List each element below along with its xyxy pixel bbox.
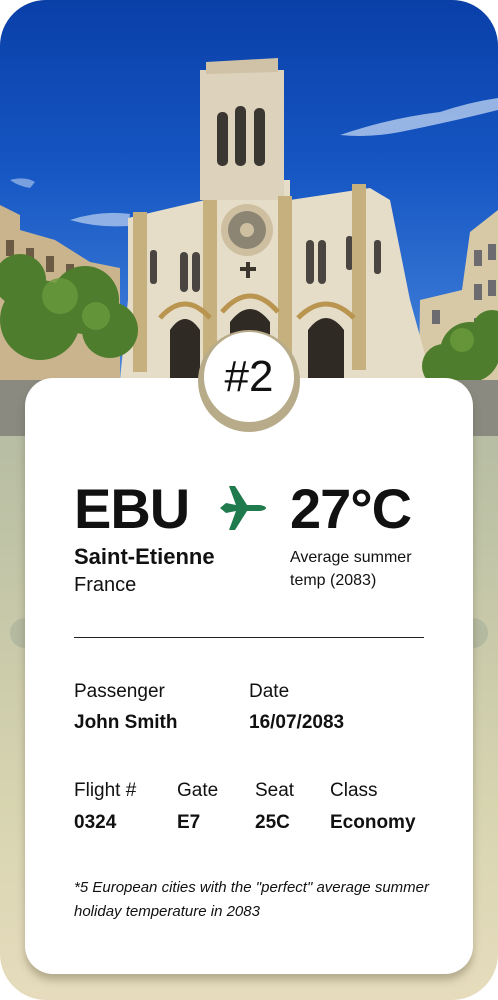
gate-value: E7	[177, 812, 201, 833]
passenger-label: Passenger	[74, 681, 165, 702]
class-value: Economy	[330, 812, 416, 833]
ticket-screen: #2 EBU 27°C Saint-Etienne France Average…	[0, 0, 498, 1000]
passenger-name: John Smith	[74, 712, 178, 733]
class-label: Class	[330, 780, 378, 801]
temperature-note: Average summer temp (2083)	[290, 549, 412, 589]
rank-badge: #2	[204, 332, 294, 422]
average-temperature: 27°C	[290, 477, 412, 540]
city-name: Saint-Etienne	[74, 544, 215, 569]
flight-label: Flight #	[74, 780, 137, 801]
divider	[74, 637, 424, 638]
seat-value: 25C	[255, 812, 290, 833]
footnote: *5 European cities with the "perfect" av…	[74, 879, 429, 920]
gate-label: Gate	[177, 780, 219, 801]
airplane-icon	[220, 486, 266, 530]
seat-label: Seat	[255, 780, 295, 801]
date-value: 16/07/2083	[249, 712, 345, 733]
date-label: Date	[249, 681, 290, 702]
flight-number: 0324	[74, 812, 117, 833]
airport-code: EBU	[74, 477, 190, 540]
country-name: France	[74, 574, 137, 596]
